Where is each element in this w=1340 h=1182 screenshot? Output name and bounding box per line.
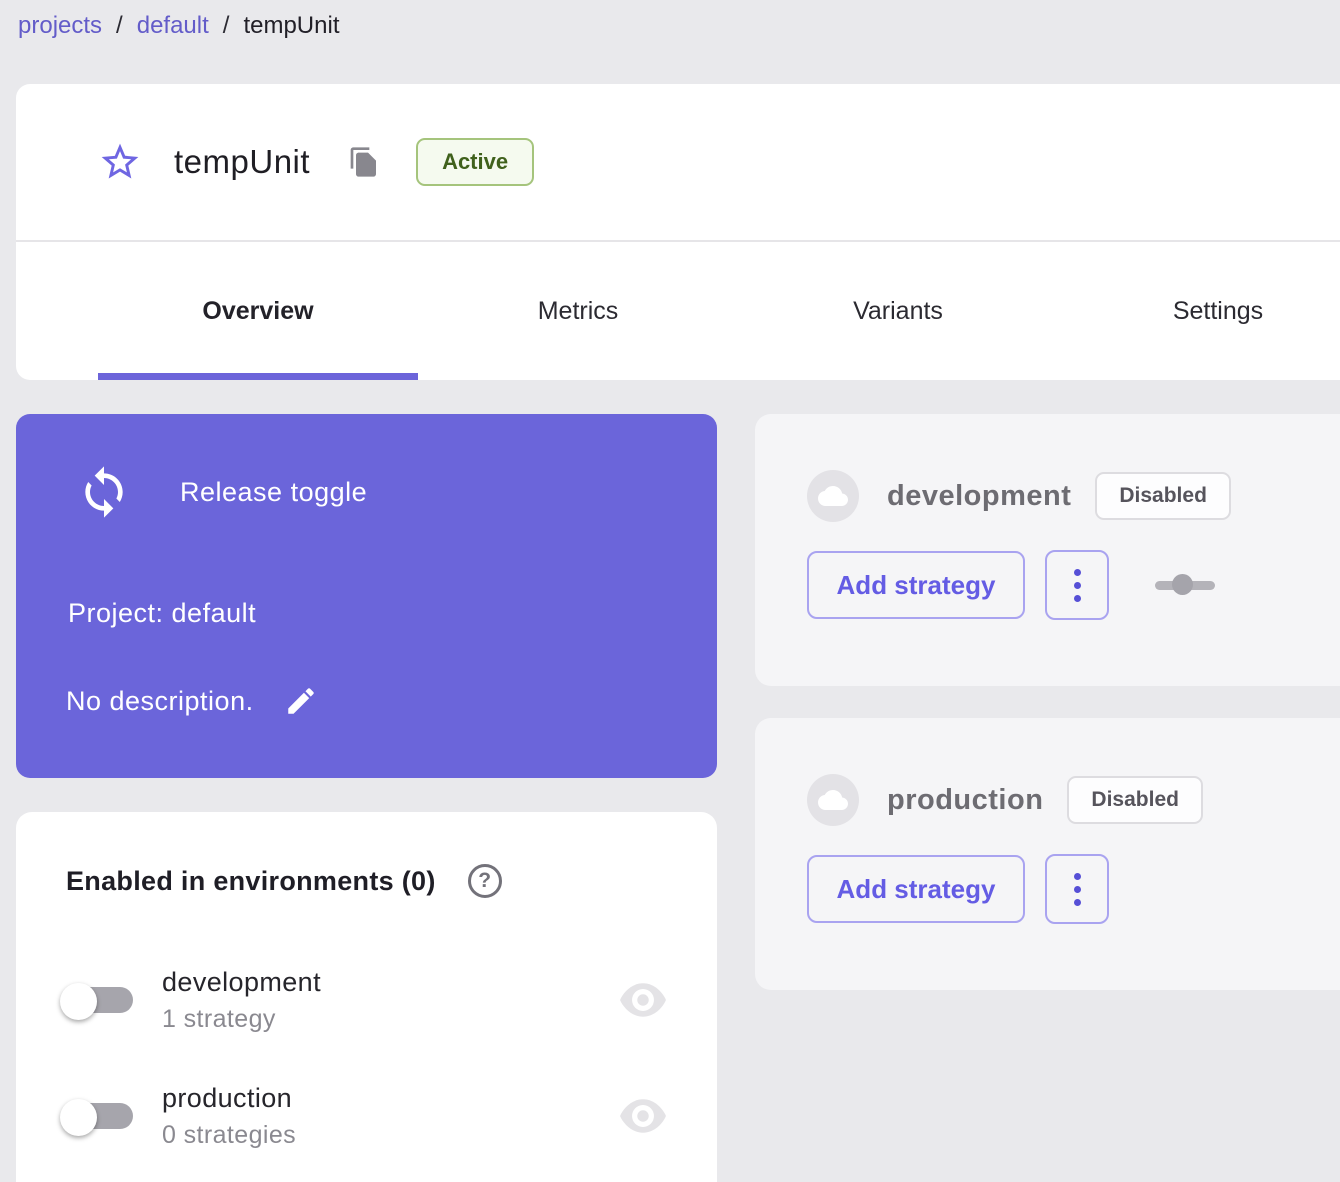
environment-status-badge: Disabled xyxy=(1095,472,1231,520)
development-switch[interactable] xyxy=(60,978,136,1022)
environment-row-name: production xyxy=(162,1083,619,1114)
environment-row-strategies: 0 strategies xyxy=(162,1121,619,1150)
environment-header: development Disabled xyxy=(755,414,1340,522)
visibility-eye-icon[interactable] xyxy=(619,1098,667,1134)
environment-row-production: production 0 strategies xyxy=(16,1058,717,1174)
environment-header: production Disabled xyxy=(755,718,1340,826)
project-label: Project: default xyxy=(68,598,256,629)
description-text: No description. xyxy=(66,686,254,717)
more-options-button[interactable] xyxy=(1045,550,1109,620)
switch-thumb xyxy=(60,983,97,1020)
switch-thumb xyxy=(60,1099,97,1136)
environment-name: production xyxy=(887,784,1043,817)
release-toggle-loop-icon xyxy=(76,464,132,520)
feature-header-card: tempUnit Active Overview Metrics Variant… xyxy=(16,84,1340,380)
environment-actions: Add strategy xyxy=(755,522,1340,620)
description-line: No description. xyxy=(66,684,318,718)
breadcrumb-link-projects[interactable]: projects xyxy=(18,12,102,40)
breadcrumb-separator: / xyxy=(116,12,123,40)
toggle-thumb xyxy=(1172,574,1193,595)
feature-type-label: Release toggle xyxy=(180,477,367,508)
environment-actions: Add strategy xyxy=(755,826,1340,924)
kebab-dot xyxy=(1074,886,1081,893)
enabled-environments-card: Enabled in environments (0) ? developmen… xyxy=(16,812,717,1182)
add-strategy-button[interactable]: Add strategy xyxy=(807,855,1025,923)
edit-description-icon[interactable] xyxy=(284,684,318,718)
tab-metrics[interactable]: Metrics xyxy=(418,242,738,380)
status-badge: Active xyxy=(416,138,534,186)
environment-name: development xyxy=(887,480,1071,513)
environment-row-labels: development 1 strategy xyxy=(162,967,619,1034)
environment-enable-toggle[interactable] xyxy=(1155,573,1215,597)
feature-title-row: tempUnit Active xyxy=(16,84,1340,240)
tab-variants[interactable]: Variants xyxy=(738,242,1058,380)
favorite-star-icon[interactable] xyxy=(98,140,142,184)
copy-name-icon[interactable] xyxy=(348,146,380,178)
environment-card-development: development Disabled Add strategy xyxy=(755,414,1340,686)
kebab-dot xyxy=(1074,873,1081,880)
environment-status-badge: Disabled xyxy=(1067,776,1203,824)
active-tab-indicator xyxy=(98,373,418,380)
add-strategy-button[interactable]: Add strategy xyxy=(807,551,1025,619)
tab-settings[interactable]: Settings xyxy=(1058,242,1340,380)
environment-row-labels: production 0 strategies xyxy=(162,1083,619,1150)
kebab-dot xyxy=(1074,899,1081,906)
breadcrumb: projects / default / tempUnit xyxy=(18,12,340,40)
kebab-dot xyxy=(1074,582,1081,589)
feature-type-header: Release toggle xyxy=(16,414,717,520)
cloud-icon xyxy=(807,774,859,826)
breadcrumb-separator: / xyxy=(223,12,230,40)
more-options-button[interactable] xyxy=(1045,854,1109,924)
visibility-eye-icon[interactable] xyxy=(619,982,667,1018)
feature-type-card: Release toggle Project: default No descr… xyxy=(16,414,717,778)
help-icon[interactable]: ? xyxy=(468,864,502,898)
environment-row-name: development xyxy=(162,967,619,998)
tab-bar: Overview Metrics Variants Settings xyxy=(16,242,1340,380)
kebab-dot xyxy=(1074,569,1081,576)
production-switch[interactable] xyxy=(60,1094,136,1138)
enabled-environments-title: Enabled in environments (0) xyxy=(66,866,436,897)
tab-overview[interactable]: Overview xyxy=(98,242,418,380)
enabled-environments-header: Enabled in environments (0) ? xyxy=(16,812,717,898)
page-title: tempUnit xyxy=(174,143,310,181)
cloud-icon xyxy=(807,470,859,522)
breadcrumb-current: tempUnit xyxy=(243,12,339,40)
environment-toggle-list: development 1 strategy production 0 stra… xyxy=(16,942,717,1174)
environment-row-development: development 1 strategy xyxy=(16,942,717,1058)
environment-row-strategies: 1 strategy xyxy=(162,1005,619,1034)
kebab-dot xyxy=(1074,595,1081,602)
breadcrumb-link-default[interactable]: default xyxy=(137,12,209,40)
environment-card-production: production Disabled Add strategy xyxy=(755,718,1340,990)
